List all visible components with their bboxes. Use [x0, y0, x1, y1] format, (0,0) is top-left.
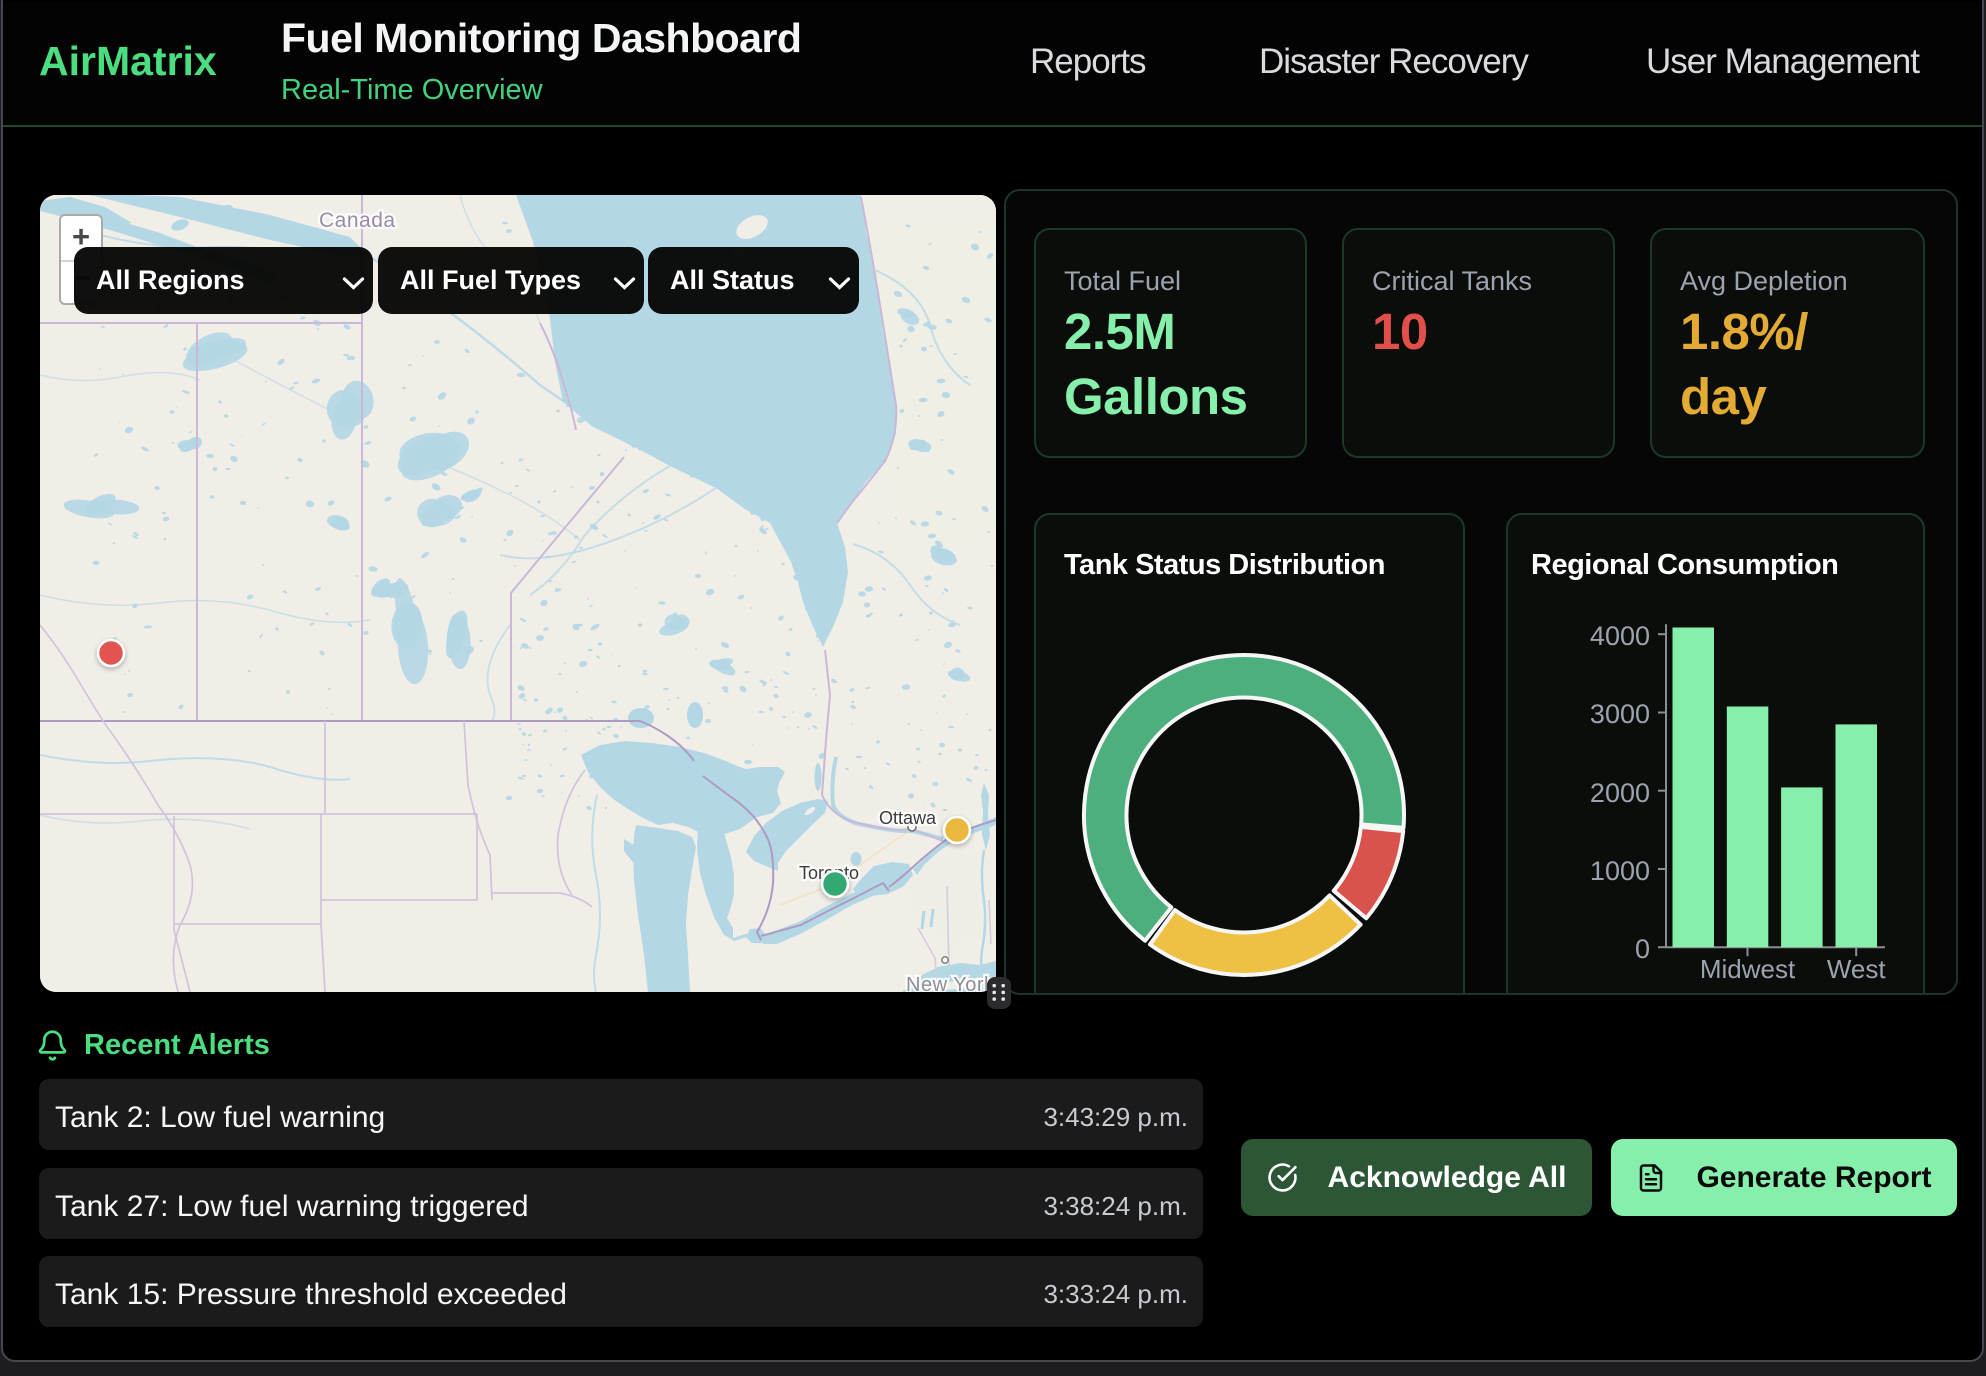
svg-text:1000: 1000 — [1590, 856, 1650, 886]
svg-text:New York: New York — [906, 974, 995, 992]
svg-text:0: 0 — [1635, 934, 1650, 964]
svg-text:2000: 2000 — [1590, 778, 1650, 808]
svg-text:4000: 4000 — [1590, 621, 1650, 651]
svg-text:West: West — [1827, 954, 1887, 984]
svg-text:Canada: Canada — [319, 209, 396, 232]
svg-text:Midwest: Midwest — [1700, 954, 1796, 984]
svg-text:Ottawa: Ottawa — [879, 808, 937, 828]
svg-text:3000: 3000 — [1590, 699, 1650, 729]
